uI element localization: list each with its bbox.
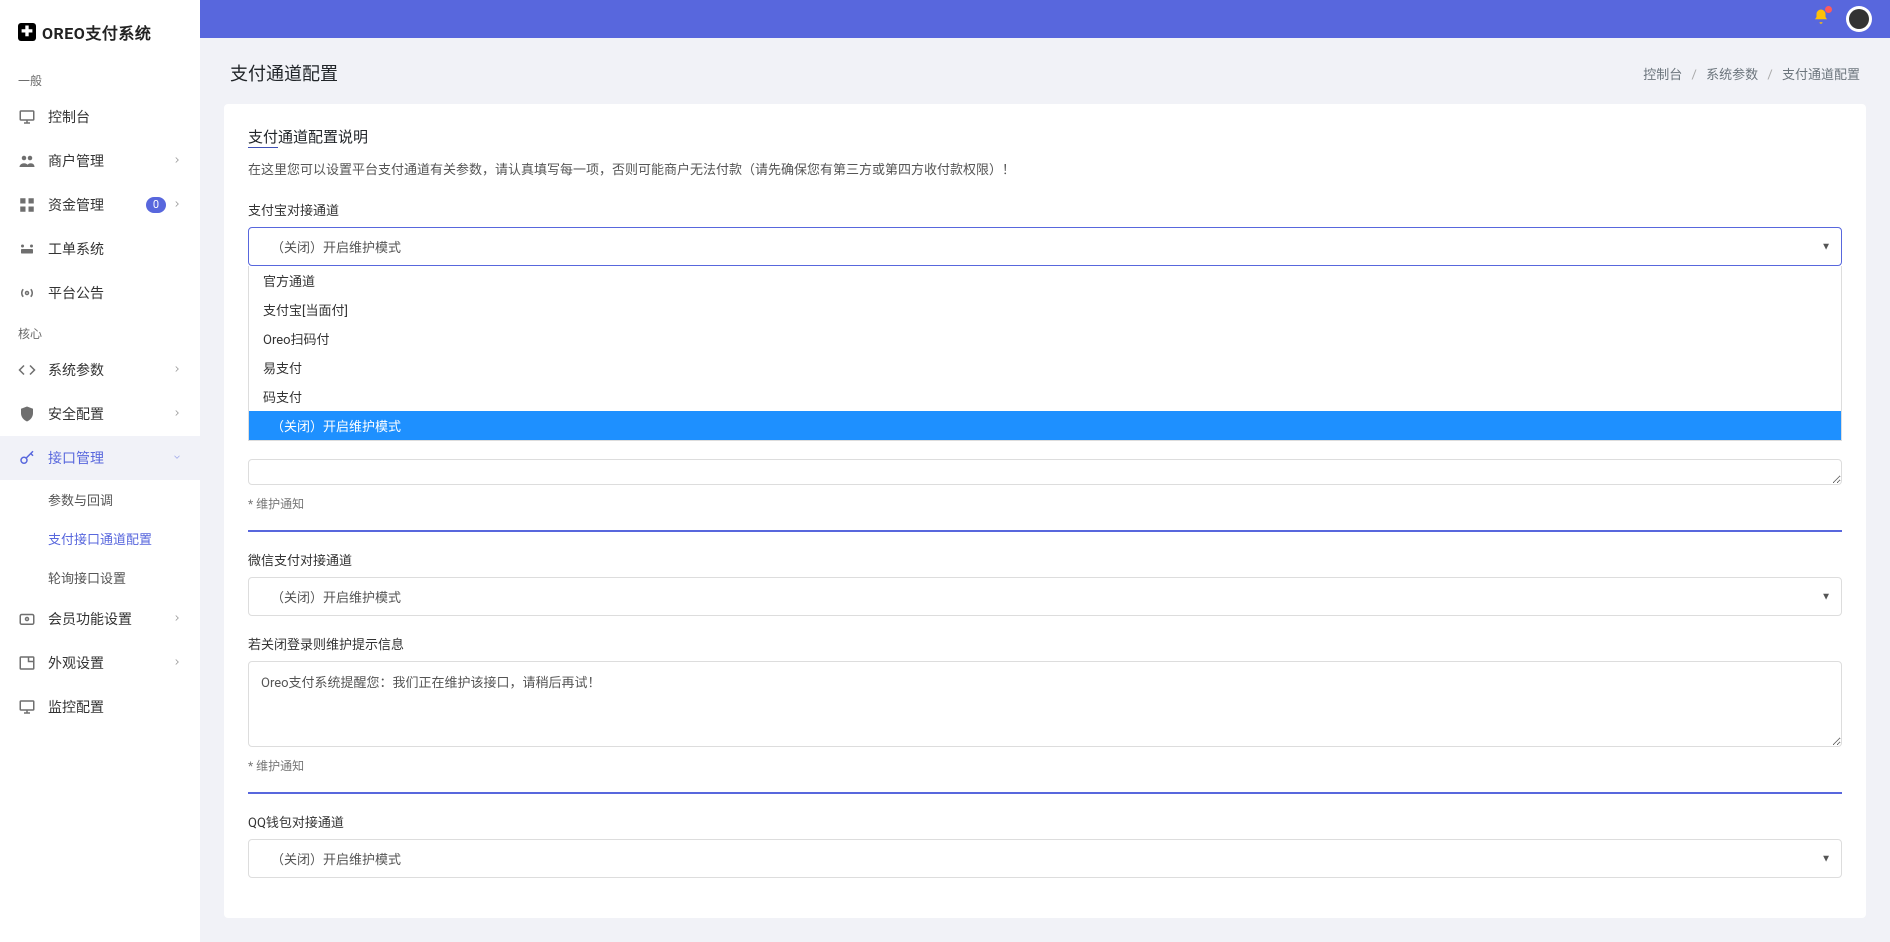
user-avatar[interactable] xyxy=(1846,6,1872,32)
alipay-label: 支付宝对接通道 xyxy=(248,200,1842,219)
wechat-select[interactable]: （关闭）开启维护模式 ▼ xyxy=(248,577,1842,616)
alipay-group: 支付宝对接通道 （关闭）开启维护模式 ▼ 官方通道 支付宝[当面付] Oreo扫… xyxy=(248,200,1842,441)
chevron-right-icon xyxy=(172,197,182,213)
sidebar-item-label: 资金管理 xyxy=(48,195,104,215)
sidebar-sub-pay-channel[interactable]: 支付接口通道配置 xyxy=(0,519,200,558)
sidebar-item-security[interactable]: 安全配置 xyxy=(0,392,200,436)
sidebar-item-console[interactable]: 控制台 xyxy=(0,95,200,139)
alipay-option[interactable]: 支付宝[当面付] xyxy=(249,295,1841,324)
breadcrumb-sysparams[interactable]: 系统参数 xyxy=(1706,68,1758,83)
sidebar-item-announce[interactable]: 平台公告 xyxy=(0,271,200,315)
sidebar-item-merchant[interactable]: 商户管理 xyxy=(0,139,200,183)
sidebar-item-interface[interactable]: 接口管理 xyxy=(0,436,200,480)
breadcrumb-current: 支付通道配置 xyxy=(1782,68,1860,83)
alipay-option[interactable]: （关闭）开启维护模式 xyxy=(249,411,1841,440)
wechat-offmsg-hint: 维护通知 xyxy=(248,757,1842,774)
sidebar-sub-params-callback[interactable]: 参数与回调 xyxy=(0,480,200,519)
qq-group: QQ钱包对接通道 （关闭）开启维护模式 ▼ xyxy=(248,812,1842,878)
layout-icon xyxy=(18,654,36,672)
sidebar-item-label: 监控配置 xyxy=(48,697,104,717)
sidebar-item-tickets[interactable]: 工单系统 xyxy=(0,227,200,271)
avatar-icon xyxy=(1849,9,1869,29)
funds-badge: 0 xyxy=(146,197,166,213)
sidebar: ✚ OREO支付系统 一般 控制台 商户管理 资金管理 0 工单系统 平台公告 xyxy=(0,0,200,942)
qq-label: QQ钱包对接通道 xyxy=(248,812,1842,831)
chevron-down-icon xyxy=(172,450,182,466)
shield-icon xyxy=(18,405,36,423)
breadcrumb-sep: / xyxy=(1767,68,1772,83)
wechat-selected-value: （关闭）开启维护模式 xyxy=(261,591,401,606)
alipay-option[interactable]: 码支付 xyxy=(249,382,1841,411)
intro-title: 支付通道配置说明 xyxy=(248,126,1842,147)
code-icon xyxy=(18,361,36,379)
caret-down-icon: ▼ xyxy=(1821,591,1831,602)
breadcrumb-sep: / xyxy=(1692,68,1697,83)
sidebar-item-label: 平台公告 xyxy=(48,283,104,303)
breadcrumb-console[interactable]: 控制台 xyxy=(1643,68,1682,83)
sidebar-item-label: 安全配置 xyxy=(48,404,104,424)
qq-selected-value: （关闭）开启维护模式 xyxy=(261,853,401,868)
topbar xyxy=(200,0,1890,38)
chevron-right-icon xyxy=(172,655,182,671)
chevron-right-icon xyxy=(172,406,182,422)
wechat-offmsg-textarea[interactable] xyxy=(248,661,1842,747)
alipay-selected-value: （关闭）开启维护模式 xyxy=(261,241,401,256)
wechat-offmsg-label: 若关闭登录则维护提示信息 xyxy=(248,634,1842,653)
users-icon xyxy=(18,152,36,170)
sidebar-item-label: 外观设置 xyxy=(48,653,104,673)
grid-icon xyxy=(18,196,36,214)
brand: ✚ OREO支付系统 xyxy=(0,10,200,62)
sidebar-item-label: 商户管理 xyxy=(48,151,104,171)
wallet-icon xyxy=(18,610,36,628)
caret-down-icon: ▼ xyxy=(1821,241,1831,252)
page-header: 支付通道配置 控制台 / 系统参数 / 支付通道配置 xyxy=(200,38,1890,104)
alipay-offmsg-textarea[interactable] xyxy=(248,459,1842,485)
sidebar-item-label: 工单系统 xyxy=(48,239,104,259)
ticket-icon xyxy=(18,240,36,258)
sidebar-item-label: 控制台 xyxy=(48,107,90,127)
chevron-right-icon xyxy=(172,362,182,378)
alipay-select[interactable]: （关闭）开启维护模式 ▼ xyxy=(248,227,1842,266)
alipay-option[interactable]: Oreo扫码付 xyxy=(249,324,1841,353)
broadcast-icon xyxy=(18,284,36,302)
chevron-right-icon xyxy=(172,611,182,627)
breadcrumb: 控制台 / 系统参数 / 支付通道配置 xyxy=(1643,64,1860,83)
qq-select[interactable]: （关闭）开启维护模式 ▼ xyxy=(248,839,1842,878)
alipay-option[interactable]: 官方通道 xyxy=(249,266,1841,295)
monitor-icon xyxy=(18,108,36,126)
sidebar-item-sysparams[interactable]: 系统参数 xyxy=(0,348,200,392)
notification-dot-icon xyxy=(1825,6,1832,13)
brand-title: OREO支付系统 xyxy=(42,20,151,44)
alipay-hint: 维护通知 xyxy=(248,495,1842,512)
key-icon xyxy=(18,449,36,467)
sidebar-sub-polling[interactable]: 轮询接口设置 xyxy=(0,558,200,597)
divider xyxy=(248,792,1842,794)
config-card: 支付通道配置说明 在这里您可以设置平台支付通道有关参数，请认真填写每一项，否则可… xyxy=(224,104,1866,918)
caret-down-icon: ▼ xyxy=(1821,853,1831,864)
intro-desc: 在这里您可以设置平台支付通道有关参数，请认真填写每一项，否则可能商户无法付款（请… xyxy=(248,159,1842,178)
divider xyxy=(248,530,1842,532)
notifications-button[interactable] xyxy=(1812,8,1830,30)
sidebar-section-general: 一般 xyxy=(0,62,200,95)
sidebar-item-label: 系统参数 xyxy=(48,360,104,380)
sidebar-item-monitor[interactable]: 监控配置 xyxy=(0,685,200,729)
sidebar-section-core: 核心 xyxy=(0,315,200,348)
monitor-icon xyxy=(18,698,36,716)
wechat-offmsg-group: 若关闭登录则维护提示信息 维护通知 xyxy=(248,634,1842,774)
page-title: 支付通道配置 xyxy=(230,60,338,86)
wechat-label: 微信支付对接通道 xyxy=(248,550,1842,569)
alipay-option[interactable]: 易支付 xyxy=(249,353,1841,382)
alipay-dropdown: 官方通道 支付宝[当面付] Oreo扫码付 易支付 码支付 （关闭）开启维护模式 xyxy=(248,266,1842,441)
sidebar-item-label: 接口管理 xyxy=(48,448,104,468)
sidebar-item-appearance[interactable]: 外观设置 xyxy=(0,641,200,685)
brand-logo-icon: ✚ xyxy=(18,23,36,41)
sidebar-item-label: 会员功能设置 xyxy=(48,609,132,629)
chevron-right-icon xyxy=(172,153,182,169)
wechat-group: 微信支付对接通道 （关闭）开启维护模式 ▼ xyxy=(248,550,1842,616)
sidebar-item-member[interactable]: 会员功能设置 xyxy=(0,597,200,641)
sidebar-item-funds[interactable]: 资金管理 0 xyxy=(0,183,200,227)
